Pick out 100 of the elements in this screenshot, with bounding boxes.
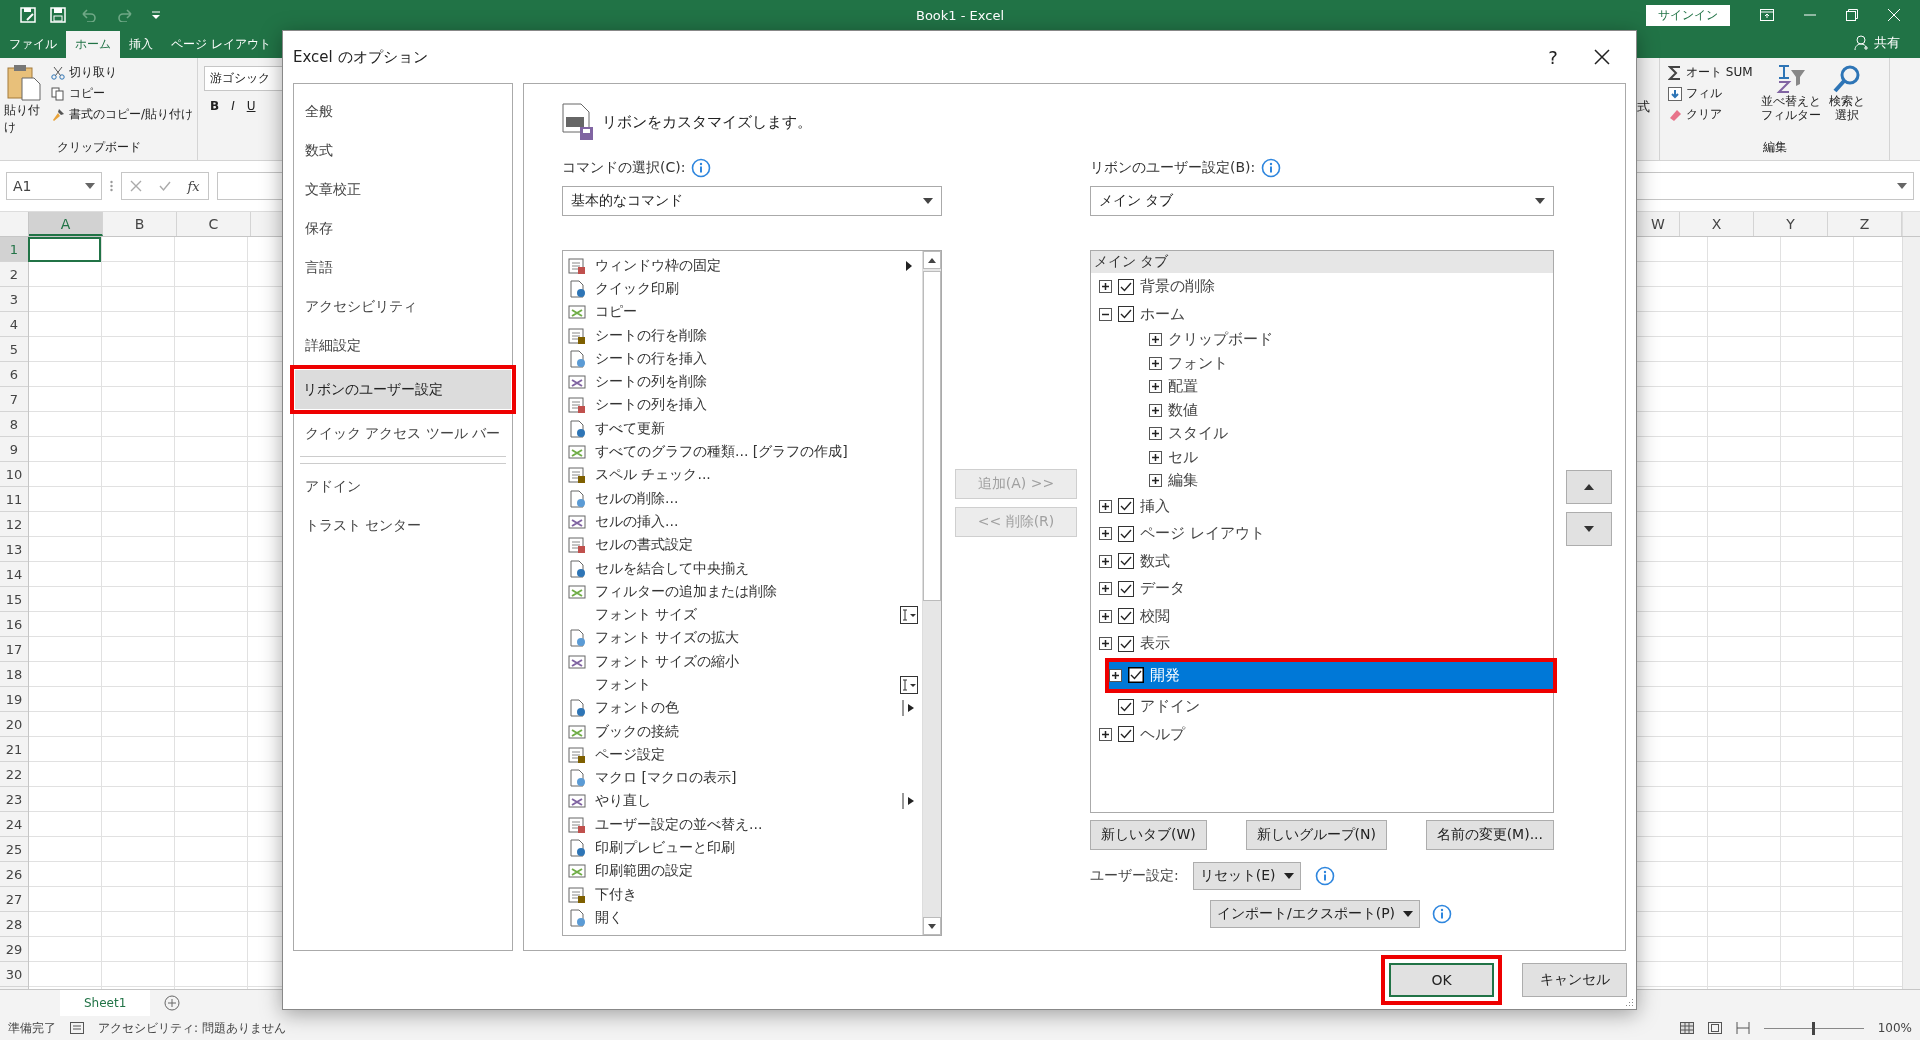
ribbon-tab[interactable]: ページ レイアウト	[162, 31, 280, 58]
dialog-button[interactable]: キャンセル	[1522, 963, 1627, 997]
expand-icon[interactable]	[1109, 668, 1122, 682]
column-header[interactable]: Y	[1754, 212, 1828, 236]
checkbox[interactable]	[1118, 635, 1134, 652]
nav-item[interactable]: 文章校正	[297, 170, 509, 209]
dialog-button[interactable]: OK	[1389, 963, 1494, 997]
command-item[interactable]: シートの行を削除	[563, 323, 922, 348]
nav-item[interactable]: アクセシビリティ	[297, 287, 509, 326]
nav-item[interactable]: 詳細設定	[297, 326, 509, 365]
tree-item[interactable]: ヘルプ	[1091, 720, 1553, 748]
find-select-label[interactable]: 検索と	[1828, 94, 1865, 108]
italic-button[interactable]: I	[231, 99, 235, 113]
command-item[interactable]: クイック印刷	[563, 277, 922, 301]
expand-icon[interactable]	[1099, 527, 1112, 541]
info-icon[interactable]	[1314, 866, 1335, 886]
ribbon-tab[interactable]: 挿入	[120, 31, 162, 58]
clear-button[interactable]: クリア	[1668, 106, 1753, 123]
row-header[interactable]: 1	[0, 237, 28, 262]
info-icon[interactable]	[1432, 904, 1453, 924]
bold-button[interactable]: B	[210, 99, 220, 113]
command-item[interactable]: スペル チェック...	[563, 463, 922, 487]
expand-icon[interactable]	[1099, 554, 1112, 568]
checkbox[interactable]	[1118, 580, 1134, 597]
command-item[interactable]: セルの挿入...	[563, 510, 922, 534]
reset-dropdown[interactable]: リセット(E)	[1192, 862, 1301, 890]
row-header[interactable]: 26	[0, 862, 28, 887]
cut-button[interactable]: 切り取り	[50, 64, 193, 81]
selected-cell[interactable]	[28, 237, 101, 262]
close-icon[interactable]	[1594, 49, 1610, 65]
tree-action-button[interactable]: 名前の変更(M)...	[1425, 820, 1554, 850]
column-header[interactable]: A	[29, 212, 103, 236]
nav-item[interactable]: トラスト センター	[297, 506, 509, 545]
command-item[interactable]: すべてのグラフの種類... [グラフの作成]	[563, 440, 922, 464]
checkbox[interactable]	[1118, 498, 1134, 515]
expand-icon[interactable]	[1099, 609, 1112, 623]
command-item[interactable]: すべて更新	[563, 417, 922, 441]
row-header[interactable]: 22	[0, 762, 28, 787]
row-header[interactable]: 7	[0, 387, 28, 412]
sheet-tab[interactable]: Sheet1	[60, 990, 151, 1016]
underline-button[interactable]: U	[246, 99, 256, 113]
row-header[interactable]: 28	[0, 912, 28, 937]
row-header[interactable]: 6	[0, 362, 28, 387]
autosave-icon[interactable]	[20, 7, 36, 23]
row-header[interactable]: 13	[0, 537, 28, 562]
nav-item[interactable]: 保存	[297, 209, 509, 248]
vertical-scrollbar[interactable]	[1902, 237, 1920, 989]
command-item[interactable]: セルの書式設定	[563, 533, 922, 557]
tree-item[interactable]: セル	[1091, 445, 1553, 469]
row-header[interactable]: 30	[0, 962, 28, 987]
scroll-down-button[interactable]	[923, 917, 941, 935]
expand-icon[interactable]	[1099, 727, 1112, 741]
expand-icon[interactable]	[1149, 474, 1162, 488]
share-button[interactable]: 共有	[1854, 34, 1920, 58]
row-header[interactable]: 29	[0, 937, 28, 962]
ribbon-tab[interactable]: ファイル	[0, 31, 66, 58]
expand-icon[interactable]	[1149, 333, 1162, 347]
row-header[interactable]: 15	[0, 587, 28, 612]
row-header[interactable]: 3	[0, 287, 28, 312]
nav-item[interactable]: 数式	[297, 131, 509, 170]
tree-action-button[interactable]: 新しいタブ(W)	[1090, 820, 1207, 850]
expand-icon[interactable]	[1149, 380, 1162, 394]
row-header[interactable]: 10	[0, 462, 28, 487]
slider-thumb[interactable]	[1812, 1021, 1816, 1035]
tree-item[interactable]: 背景の削除	[1091, 273, 1553, 301]
row-header[interactable]: 23	[0, 787, 28, 812]
sort-filter-label[interactable]: フィルター	[1760, 108, 1821, 122]
command-item[interactable]: ユーザー設定の並べ替え...	[563, 813, 922, 837]
row-header[interactable]: 17	[0, 637, 28, 662]
fill-button[interactable]: フィル	[1668, 85, 1753, 102]
command-item[interactable]: マクロ [マクロの表示]	[563, 766, 922, 790]
sign-in-button[interactable]: サインイン	[1646, 4, 1730, 26]
command-item[interactable]: 印刷プレビューと印刷	[563, 836, 922, 860]
row-header[interactable]: 8	[0, 412, 28, 437]
import-export-dropdown[interactable]: インポート/エクスポート(P)	[1210, 900, 1421, 928]
save-icon[interactable]	[50, 7, 66, 23]
command-item[interactable]: フォント サイズの縮小	[563, 650, 922, 674]
command-item[interactable]: セルの削除...	[563, 486, 922, 511]
page-layout-icon[interactable]	[1707, 1022, 1722, 1034]
autosum-button[interactable]: オート SUM	[1668, 64, 1753, 81]
row-header[interactable]: 12	[0, 512, 28, 537]
row-header[interactable]: 5	[0, 337, 28, 362]
tree-item[interactable]: 表示	[1091, 630, 1553, 658]
check-icon[interactable]	[158, 180, 171, 192]
nav-item[interactable]: 全般	[297, 92, 509, 131]
row-header[interactable]: 25	[0, 837, 28, 862]
accessibility-status[interactable]: アクセシビリティ: 問題ありません	[98, 1019, 286, 1037]
tree-item[interactable]: データ	[1091, 575, 1553, 603]
row-header[interactable]: 20	[0, 712, 28, 737]
tree-item[interactable]: 配置	[1091, 375, 1553, 399]
normal-view-icon[interactable]	[1679, 1022, 1694, 1034]
command-item[interactable]: 下付き	[563, 883, 922, 907]
nav-item[interactable]: 言語	[297, 248, 509, 287]
checkbox[interactable]	[1118, 525, 1134, 542]
row-header[interactable]: 18	[0, 662, 28, 687]
copy-button[interactable]: コピー	[50, 85, 193, 102]
row-header[interactable]: 19	[0, 687, 28, 712]
checkbox[interactable]	[1118, 553, 1134, 570]
column-header[interactable]: X	[1680, 212, 1754, 236]
nav-item[interactable]: クイック アクセス ツール バー	[297, 414, 509, 453]
